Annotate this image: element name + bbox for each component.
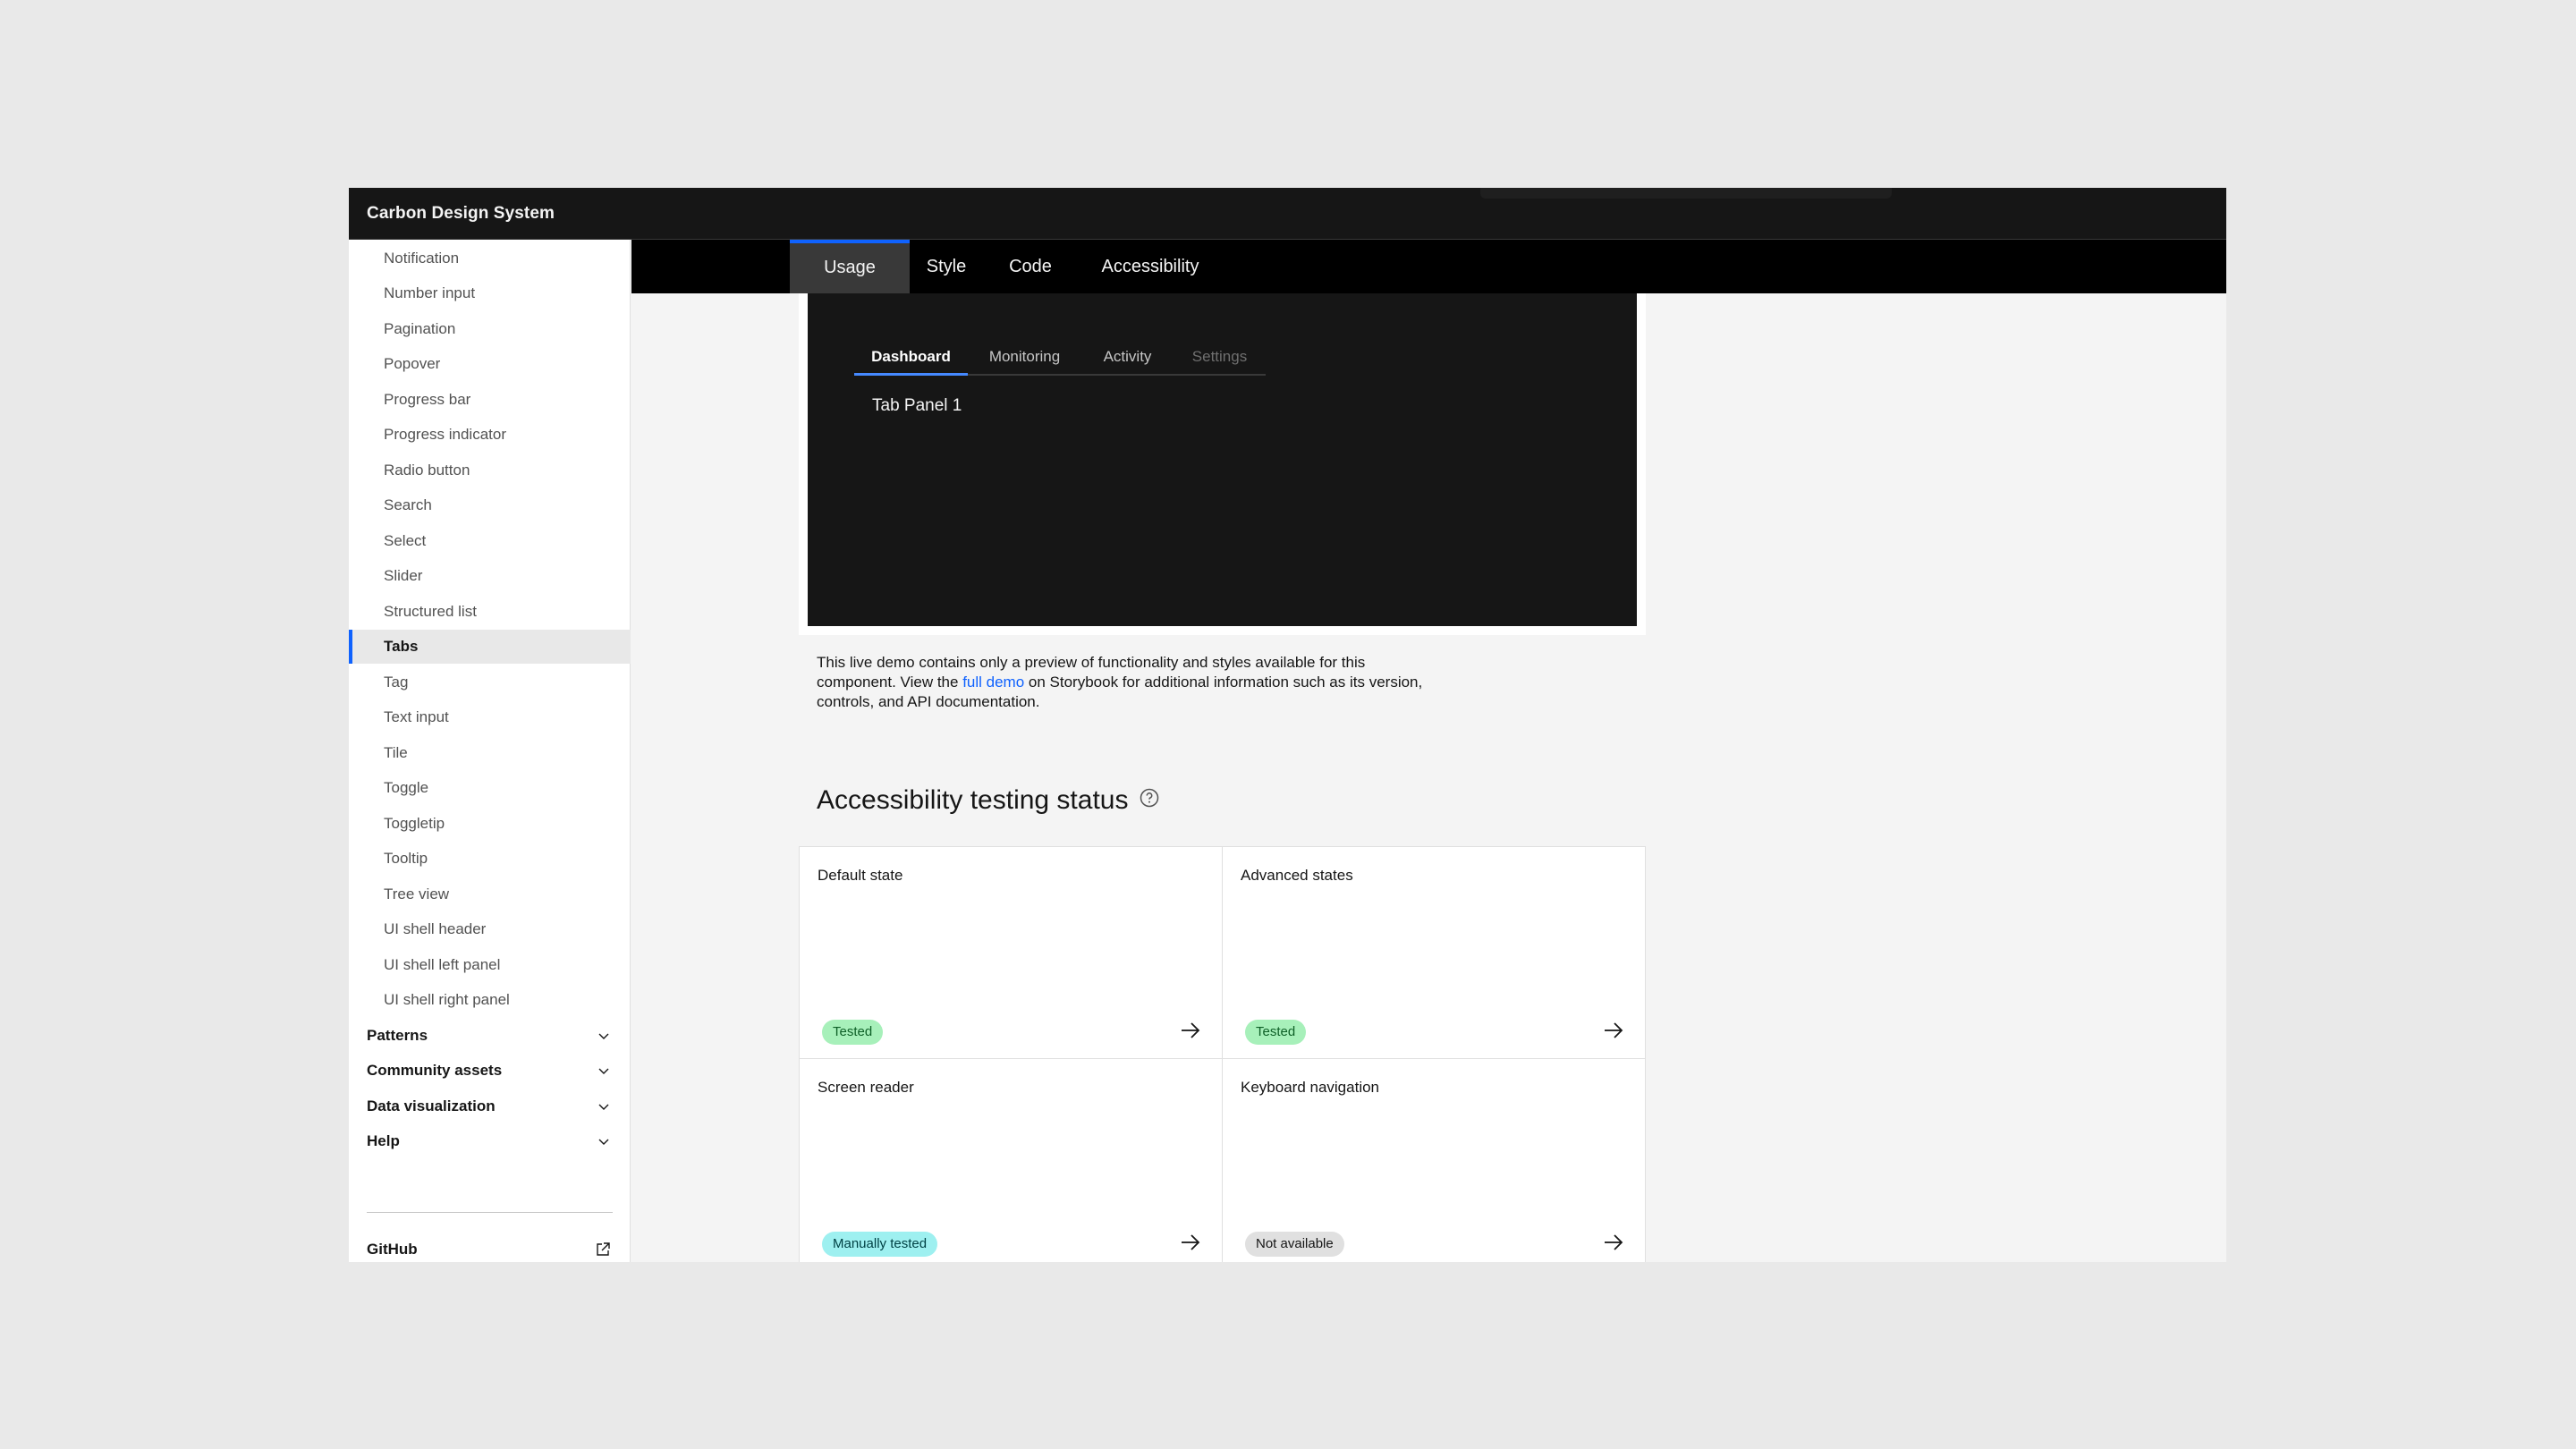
sidebar-section-help[interactable]: Help: [349, 1124, 631, 1158]
sidebar-item-toggle[interactable]: Toggle: [349, 771, 631, 805]
status-badge: Tested: [1245, 1020, 1307, 1045]
status-badge: Not available: [1245, 1232, 1344, 1257]
card-title: Screen reader: [818, 1079, 914, 1096]
sidebar-item-tag[interactable]: Tag: [349, 665, 631, 699]
sidebar-divider: [367, 1212, 613, 1213]
app-title[interactable]: Carbon Design System: [367, 188, 555, 240]
arrow-right-icon: [1179, 1231, 1202, 1258]
tab-style[interactable]: Style: [910, 240, 983, 293]
status-badge: Tested: [822, 1020, 884, 1045]
sidebar-item-tooltip[interactable]: Tooltip: [349, 842, 631, 876]
page-tab-bar: Usage Style Code Accessibility: [631, 240, 2226, 293]
sidebar-section-label: Help: [367, 1132, 400, 1149]
card-title: Default state: [818, 867, 903, 884]
header-search-shadow: [1480, 188, 1892, 199]
sidebar-section-data-visualization[interactable]: Data visualization: [349, 1089, 631, 1123]
sidebar-section-community-assets[interactable]: Community assets: [349, 1054, 631, 1088]
sidebar-section-label: Patterns: [367, 1027, 428, 1044]
status-card-screen-reader[interactable]: Screen reader Manually tested: [800, 1059, 1222, 1262]
chevron-down-icon: [597, 1063, 611, 1078]
sidebar-item-text-input[interactable]: Text input: [349, 700, 631, 734]
external-link-icon: [595, 1241, 611, 1258]
card-title: Advanced states: [1241, 867, 1353, 884]
github-label: GitHub: [367, 1241, 418, 1258]
sidebar-item-radio-button[interactable]: Radio button: [349, 453, 631, 487]
tab-accessibility[interactable]: Accessibility: [1078, 240, 1223, 293]
sidebar-item-select[interactable]: Select: [349, 524, 631, 558]
sidebar-item-structured-list[interactable]: Structured list: [349, 595, 631, 629]
demo-note: This live demo contains only a preview o…: [817, 653, 1425, 712]
arrow-right-icon: [1179, 1019, 1202, 1046]
demo-tab-settings: Settings: [1174, 340, 1266, 376]
sidebar-item-tile[interactable]: Tile: [349, 736, 631, 770]
github-link[interactable]: GitHub: [349, 1233, 631, 1262]
arrow-right-icon: [1602, 1019, 1625, 1046]
sidebar-item-ui-shell-right-panel[interactable]: UI shell right panel: [349, 983, 631, 1017]
sidebar-item-progress-indicator[interactable]: Progress indicator: [349, 418, 631, 452]
sidebar-section-patterns[interactable]: Patterns: [349, 1019, 631, 1053]
sidebar-section-label: Community assets: [367, 1062, 503, 1079]
sidebar-item-slider[interactable]: Slider: [349, 559, 631, 593]
chevron-down-icon: [597, 1134, 611, 1148]
accessibility-heading-text: Accessibility testing status: [817, 785, 1129, 815]
sidebar-item-progress-bar[interactable]: Progress bar: [349, 383, 631, 417]
full-demo-link[interactable]: full demo: [962, 674, 1024, 691]
sidebar-item-tabs[interactable]: Tabs: [349, 630, 631, 664]
arrow-right-icon: [1602, 1231, 1625, 1258]
demo-tab-activity[interactable]: Activity: [1081, 340, 1174, 376]
chevron-down-icon: [597, 1099, 611, 1114]
app-window: Carbon Design System Notification Number…: [349, 188, 2226, 1262]
sidebar-item-ui-shell-header[interactable]: UI shell header: [349, 912, 631, 946]
live-demo-frame: Dashboard Monitoring Activity Settings T…: [799, 293, 1646, 635]
help-icon[interactable]: [1139, 785, 1160, 816]
sidebar-item-number-input[interactable]: Number input: [349, 276, 631, 310]
sidebar-item-pagination[interactable]: Pagination: [349, 312, 631, 346]
tab-panel-content: Tab Panel 1: [872, 396, 962, 415]
tab-code[interactable]: Code: [983, 240, 1078, 293]
status-card-default-state[interactable]: Default state Tested: [800, 847, 1222, 1058]
accessibility-status-grid: Default state Tested Advanced states Tes…: [799, 846, 1646, 1262]
sidebar-item-toggletip[interactable]: Toggletip: [349, 807, 631, 841]
card-title: Keyboard navigation: [1241, 1079, 1380, 1096]
accessibility-heading: Accessibility testing status: [817, 783, 1160, 818]
sidebar: Notification Number input Pagination Pop…: [349, 240, 631, 1262]
sidebar-item-search[interactable]: Search: [349, 488, 631, 522]
live-demo: Dashboard Monitoring Activity Settings T…: [808, 293, 1637, 626]
top-header: Carbon Design System: [349, 188, 2226, 240]
status-badge: Manually tested: [822, 1232, 938, 1257]
status-card-keyboard-navigation[interactable]: Keyboard navigation Not available: [1223, 1059, 1645, 1262]
sidebar-item-tree-view[interactable]: Tree view: [349, 877, 631, 911]
status-card-advanced-states[interactable]: Advanced states Tested: [1223, 847, 1645, 1058]
chevron-down-icon: [597, 1029, 611, 1043]
sidebar-item-popover[interactable]: Popover: [349, 347, 631, 381]
sidebar-item-ui-shell-left-panel[interactable]: UI shell left panel: [349, 948, 631, 982]
tab-usage[interactable]: Usage: [790, 240, 910, 293]
demo-tab-monitoring[interactable]: Monitoring: [968, 340, 1081, 376]
sidebar-section-label: Data visualization: [367, 1097, 496, 1114]
sidebar-item-notification[interactable]: Notification: [349, 242, 631, 275]
demo-tab-dashboard[interactable]: Dashboard: [854, 340, 968, 376]
